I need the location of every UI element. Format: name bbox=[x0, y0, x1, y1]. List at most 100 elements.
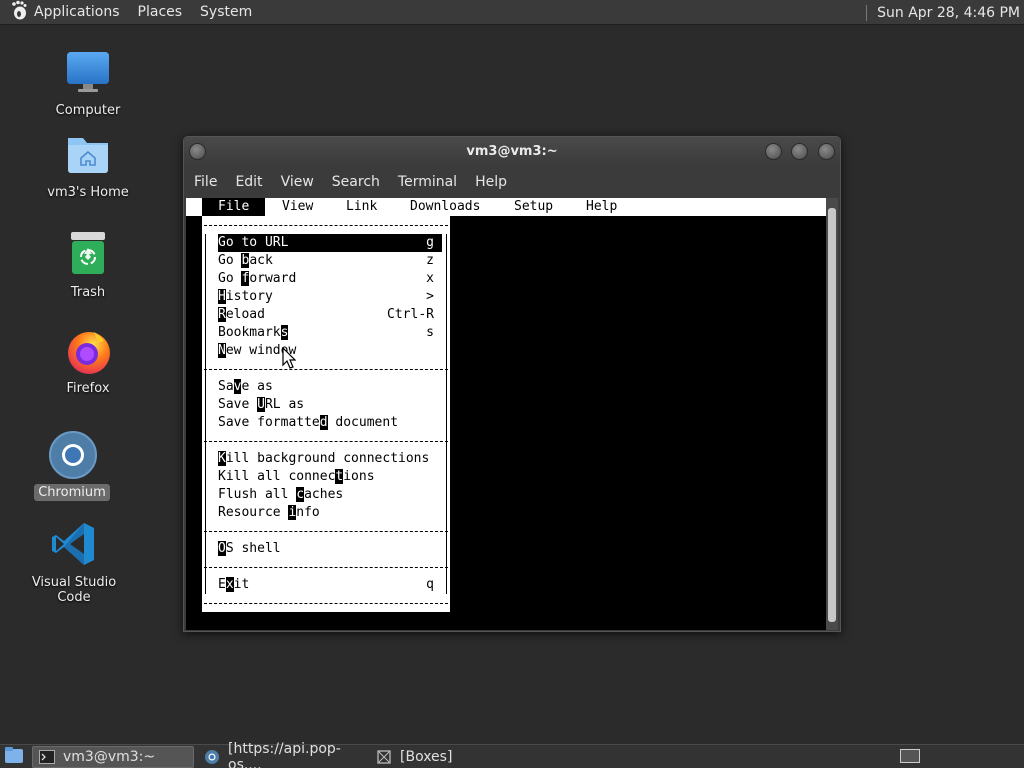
clock-area: Sun Apr 28, 4:46 PM bbox=[866, 0, 1024, 25]
hotkey-letter: d bbox=[319, 415, 328, 430]
lynx-menu-file[interactable]: File bbox=[202, 198, 266, 216]
menu-bottom-border bbox=[202, 594, 450, 612]
home-folder-icon bbox=[64, 130, 112, 178]
menu-item-label: Go to URL bbox=[218, 235, 289, 250]
desktop-icon-vscode[interactable]: Visual Studio Code bbox=[19, 520, 129, 606]
desktop-icon-computer[interactable]: Computer bbox=[33, 48, 143, 119]
menu-item-label: Go forward bbox=[218, 271, 297, 286]
scrollbar-thumb[interactable] bbox=[828, 208, 836, 622]
menu-item[interactable]: Reload Ctrl-R bbox=[202, 306, 450, 324]
menu-item[interactable]: History > bbox=[202, 288, 450, 306]
menu-item-shortcut: Ctrl-R bbox=[387, 307, 434, 322]
menu-item-label: Save as bbox=[218, 379, 273, 394]
menu-separator bbox=[202, 558, 450, 576]
menu-item[interactable]: Flush all caches bbox=[202, 486, 450, 504]
desktop-icon-home[interactable]: vm3's Home bbox=[33, 130, 143, 201]
lynx-menubar: File View Link Downloads Setup Help bbox=[186, 198, 826, 216]
desktop-icon-trash[interactable]: Trash bbox=[33, 230, 143, 301]
terminal-menu-file[interactable]: File bbox=[186, 174, 225, 190]
gnome-foot-icon bbox=[10, 0, 34, 24]
terminal-icon bbox=[39, 749, 55, 764]
menu-item-label: Resource info bbox=[218, 505, 320, 520]
show-desktop-button[interactable] bbox=[0, 746, 28, 768]
hotkey-letter: H bbox=[218, 289, 226, 304]
terminal-menu-search[interactable]: Search bbox=[324, 174, 388, 190]
desktop-icon-label: vm3's Home bbox=[47, 185, 129, 200]
lynx-menu-downloads[interactable]: Downloads bbox=[410, 198, 480, 216]
close-button[interactable] bbox=[818, 143, 835, 160]
menu-item-label: Kill all connections bbox=[218, 469, 375, 484]
menu-item-shortcut: > bbox=[426, 289, 434, 304]
hotkey-letter: R bbox=[218, 307, 226, 322]
menu-item[interactable]: Save formatted document bbox=[202, 414, 450, 432]
desktop-icon-label: Firefox bbox=[66, 381, 110, 396]
desktop-icon-chromium[interactable]: Chromium bbox=[17, 430, 127, 501]
menu-item-label: Bookmarks bbox=[218, 325, 289, 340]
terminal-menu-view[interactable]: View bbox=[273, 174, 322, 190]
taskbar-item-chromium[interactable]: [https://api.pop-os.... bbox=[198, 741, 366, 768]
terminal-window[interactable]: vm3@vm3:~ File Edit View Search Terminal… bbox=[183, 136, 841, 632]
terminal-menu-terminal[interactable]: Terminal bbox=[390, 174, 465, 190]
bottom-taskbar: vm3@vm3:~ [https://api.pop-os.... [Boxes… bbox=[0, 741, 1024, 768]
menu-item-shortcut: s bbox=[426, 325, 434, 340]
menu-item-shortcut: x bbox=[426, 271, 434, 286]
boxes-icon bbox=[376, 749, 392, 765]
menu-item[interactable]: Bookmarks s bbox=[202, 324, 450, 342]
lynx-menu-view[interactable]: View bbox=[282, 198, 313, 216]
lynx-menu-link[interactable]: Link bbox=[346, 198, 377, 216]
vscode-icon bbox=[50, 520, 98, 568]
taskbar-item-boxes[interactable]: [Boxes] bbox=[370, 746, 458, 768]
maximize-button[interactable] bbox=[791, 143, 808, 160]
terminal-menubar: File Edit View Search Terminal Help bbox=[184, 167, 840, 197]
desktop-icon bbox=[4, 746, 24, 768]
menu-item[interactable]: Save as bbox=[202, 378, 450, 396]
clock[interactable]: Sun Apr 28, 4:46 PM bbox=[877, 5, 1024, 21]
taskbar-item-label: [Boxes] bbox=[400, 748, 453, 765]
menu-item[interactable]: New window bbox=[202, 342, 450, 360]
menu-item[interactable]: Exit q bbox=[202, 576, 450, 594]
desktop-icon-label: Trash bbox=[70, 285, 106, 300]
lynx-file-menu: Go to URL g Go back z Go forward x History > Rel… bbox=[202, 216, 450, 612]
system-menu[interactable]: System bbox=[191, 4, 261, 20]
lynx-menu-help[interactable]: Help bbox=[586, 198, 617, 216]
menu-separator bbox=[202, 360, 450, 378]
firefox-icon bbox=[64, 326, 112, 374]
menu-item-label: Save URL as bbox=[218, 397, 305, 412]
hotkey-letter: c bbox=[296, 487, 305, 502]
desktop-icon-label: Computer bbox=[55, 103, 121, 118]
terminal-menu-edit[interactable]: Edit bbox=[227, 174, 270, 190]
applications-menu[interactable]: Applications bbox=[0, 0, 129, 24]
terminal-menu-help[interactable]: Help bbox=[467, 174, 515, 190]
panel-separator bbox=[866, 4, 868, 21]
menu-item[interactable]: Go forward x bbox=[202, 270, 450, 288]
taskbar-item-terminal[interactable]: vm3@vm3:~ bbox=[32, 745, 194, 768]
places-menu[interactable]: Places bbox=[129, 4, 192, 20]
menu-item[interactable]: Kill all connections bbox=[202, 468, 450, 486]
hotkey-letter: x bbox=[225, 577, 234, 592]
menu-item-label: History bbox=[218, 289, 273, 304]
terminal-screen[interactable]: File View Link Downloads Setup Help Go t… bbox=[186, 198, 826, 630]
terminal-titlebar[interactable]: vm3@vm3:~ bbox=[184, 137, 840, 167]
terminal-title: vm3@vm3:~ bbox=[466, 144, 558, 159]
menu-item-label: Go back bbox=[218, 253, 273, 268]
hotkey-letter: N bbox=[218, 343, 226, 358]
trash-icon bbox=[64, 230, 112, 278]
menu-item-shortcut: q bbox=[426, 577, 434, 592]
workspace-switcher[interactable] bbox=[900, 749, 920, 763]
computer-icon bbox=[64, 48, 112, 96]
taskbar-item-label: vm3@vm3:~ bbox=[63, 748, 156, 765]
menu-item[interactable]: Go to URL g bbox=[202, 234, 450, 252]
menu-item[interactable]: Kill background connections bbox=[202, 450, 450, 468]
mouse-pointer-icon bbox=[282, 346, 297, 373]
lynx-menu-setup[interactable]: Setup bbox=[514, 198, 553, 216]
menu-item-shortcut: g bbox=[426, 235, 434, 250]
menu-top-border bbox=[202, 216, 450, 234]
menu-item[interactable]: Go back z bbox=[202, 252, 450, 270]
menu-item[interactable]: Resource info bbox=[202, 504, 450, 522]
desktop-icon-firefox[interactable]: Firefox bbox=[33, 326, 143, 397]
terminal-scrollbar[interactable] bbox=[826, 198, 838, 630]
minimize-button[interactable] bbox=[765, 143, 782, 160]
menu-item[interactable]: Save URL as bbox=[202, 396, 450, 414]
menu-item-label: OS shell bbox=[218, 541, 281, 556]
menu-item[interactable]: OS shell bbox=[202, 540, 450, 558]
